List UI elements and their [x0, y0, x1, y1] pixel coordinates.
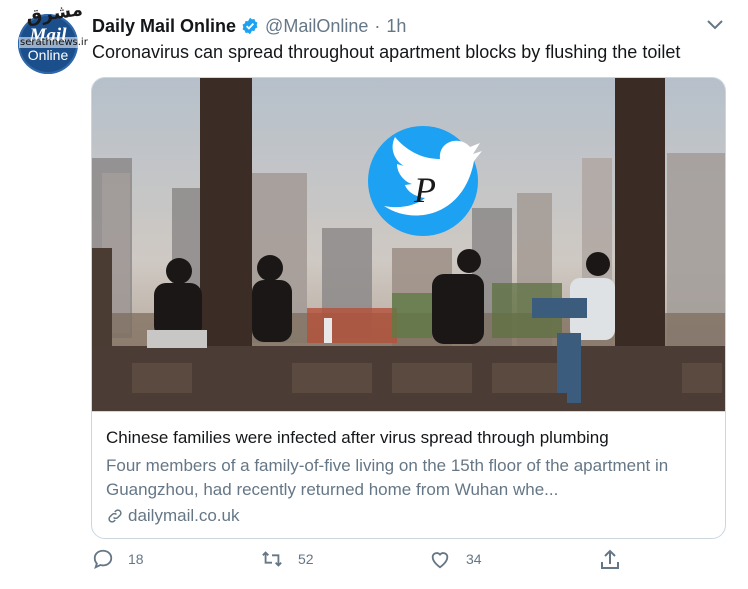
retweet-count: 52 — [298, 551, 314, 567]
watermark-logo: مشرق — [24, 0, 84, 28]
watermark: مشرق serathnews.ir — [0, 0, 89, 50]
svg-text:P: P — [413, 170, 436, 210]
tweet-actions: 18 52 34 — [0, 548, 748, 578]
like-button[interactable]: 34 — [428, 548, 482, 570]
tweet-text: Coronavirus can spread throughout apartm… — [92, 42, 681, 62]
reply-button[interactable]: 18 — [92, 548, 144, 570]
card-description: Four members of a family-of-five living … — [106, 456, 669, 499]
card-domain-link[interactable]: dailymail.co.uk — [106, 506, 240, 526]
share-button[interactable] — [598, 548, 636, 572]
retweet-icon — [262, 551, 282, 567]
card-domain: dailymail.co.uk — [128, 506, 240, 525]
card-title: Chinese families were infected after vir… — [106, 428, 609, 447]
share-icon — [601, 549, 619, 569]
like-count: 34 — [466, 551, 482, 567]
watermark-site: serathnews.ir — [19, 37, 89, 48]
reply-icon — [93, 549, 113, 570]
separator-dot: · — [374, 15, 381, 36]
card-body[interactable]: Chinese families were infected after vir… — [92, 411, 725, 538]
verified-badge-icon — [242, 17, 258, 35]
link-card[interactable]: P Chinese families were infected after v… — [91, 77, 726, 539]
retweet-button[interactable]: 52 — [260, 548, 314, 570]
tweet-timestamp[interactable]: 1h — [386, 16, 406, 37]
author-handle[interactable]: @MailOnline — [265, 16, 368, 37]
card-image[interactable]: P — [92, 78, 725, 411]
card-photo: P — [92, 78, 725, 411]
reply-count: 18 — [128, 551, 144, 567]
author-name[interactable]: Daily Mail Online — [92, 16, 236, 37]
link-icon — [108, 509, 122, 523]
tweet: Mail Online مشرق serathnews.ir Daily Mai… — [0, 0, 748, 589]
chevron-down-icon[interactable] — [706, 18, 724, 32]
tweet-header: Daily Mail Online @MailOnline · 1h — [92, 15, 406, 37]
heart-icon — [431, 552, 449, 569]
